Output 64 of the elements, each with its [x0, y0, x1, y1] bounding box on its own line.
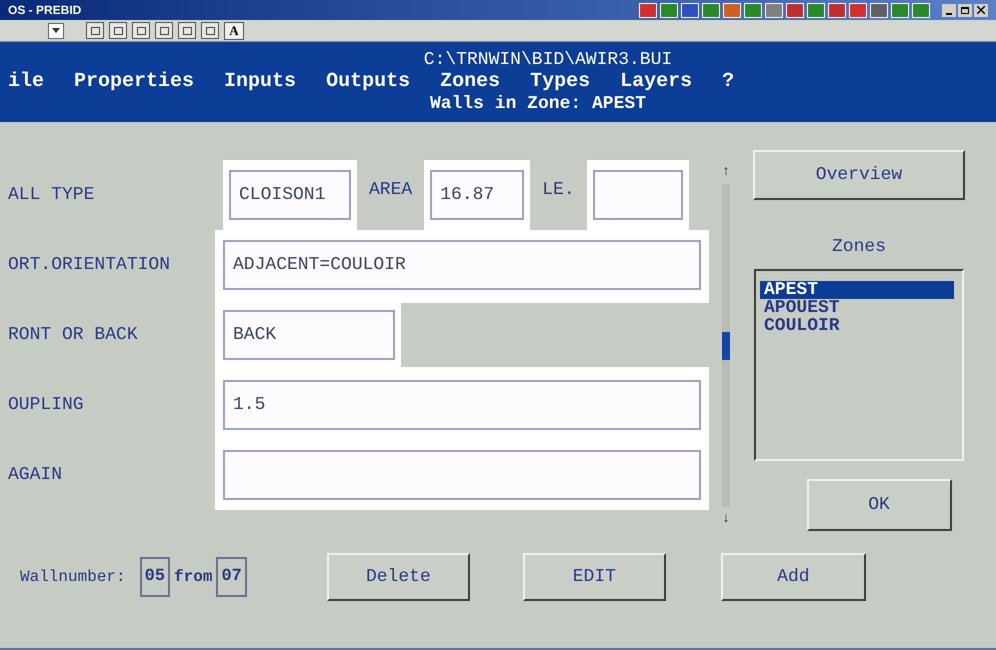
file-path: C:\TRNWIN\BID\AWIR3.BUI — [424, 49, 672, 71]
wallnumber-label: Wallnumber: — [20, 567, 126, 588]
zones-label: Zones — [832, 236, 886, 259]
toolbar-icon[interactable] — [178, 22, 196, 39]
taskbar-icon[interactable] — [702, 2, 720, 18]
maximize-icon[interactable] — [958, 4, 972, 16]
wall-number-field[interactable]: 05 — [140, 557, 170, 597]
menu-item[interactable]: ? — [722, 71, 734, 93]
taskbar-icon[interactable] — [660, 2, 678, 18]
taskbar-icon[interactable] — [744, 2, 762, 18]
toolbar-icon[interactable] — [201, 22, 219, 39]
wall-total-field[interactable]: 07 — [216, 557, 247, 597]
input-field[interactable] — [592, 170, 683, 220]
input-field[interactable]: BACK — [223, 310, 395, 360]
taskbar-icon[interactable] — [912, 2, 930, 18]
taskbar-icon[interactable] — [786, 2, 804, 18]
input-field[interactable]: CLOISON1 — [229, 170, 351, 220]
toolbar-icon[interactable] — [86, 22, 104, 39]
taskbar-icon[interactable] — [807, 2, 825, 18]
taskbar-icon[interactable] — [765, 2, 783, 18]
input-field[interactable]: 16.87 — [430, 170, 524, 220]
taskbar-icon[interactable] — [891, 2, 909, 18]
menu-item[interactable]: Properties — [74, 71, 194, 93]
taskbar-icon[interactable] — [723, 2, 741, 18]
close-icon[interactable] — [974, 4, 988, 16]
toolbar-icon[interactable] — [132, 22, 150, 39]
input-field[interactable]: 1.5 — [223, 380, 701, 430]
ok-button[interactable]: OK — [806, 479, 952, 531]
field-label: RONT OR BACK — [7, 324, 139, 346]
overview-button[interactable]: Overview — [753, 150, 965, 200]
field-label: ALL TYPE — [7, 184, 96, 206]
font-button[interactable]: A — [224, 22, 244, 40]
window-title: OS - PREBID — [8, 2, 82, 19]
toolbar-icon[interactable] — [155, 22, 173, 39]
zone-item[interactable]: APOUEST — [760, 299, 954, 317]
scroll-thumb[interactable] — [722, 332, 730, 360]
add-button[interactable]: Add — [720, 553, 866, 601]
delete-button[interactable]: Delete — [326, 553, 470, 601]
toolbar-icon[interactable] — [109, 22, 127, 39]
taskbar-icon[interactable] — [870, 2, 888, 18]
menu-item[interactable]: Inputs — [224, 71, 296, 93]
taskbar-icon[interactable] — [639, 2, 657, 18]
zone-subtitle: Walls in Zone: APEST — [430, 93, 646, 115]
scroll-up-arrow[interactable]: ↑ — [722, 160, 730, 184]
taskbar-icon[interactable] — [681, 2, 699, 18]
zone-item[interactable]: APEST — [760, 281, 954, 299]
taskbar-icon[interactable] — [828, 2, 846, 18]
field-label: ORT.ORIENTATION — [7, 254, 172, 276]
scroll-down-arrow[interactable]: ↓ — [722, 507, 730, 531]
input-field[interactable]: ADJACENT=COULOIR — [223, 240, 701, 290]
scrollbar[interactable]: ↑ ↓ — [719, 160, 733, 531]
taskbar-icon[interactable] — [849, 2, 867, 18]
menu-item[interactable]: ile — [8, 71, 44, 93]
field-label: OUPLING — [7, 394, 85, 416]
input-field[interactable] — [223, 450, 701, 500]
menu-item[interactable]: Types — [530, 71, 590, 93]
menu-item[interactable]: Zones — [440, 71, 500, 93]
from-label: from — [174, 567, 212, 588]
menu-item[interactable]: Layers — [620, 71, 692, 93]
field-label: AGAIN — [7, 464, 64, 486]
menu-item[interactable]: Outputs — [326, 71, 410, 93]
minimize-icon[interactable] — [942, 4, 956, 16]
zone-item[interactable]: COULOIR — [760, 317, 954, 335]
edit-button[interactable]: EDIT — [522, 553, 666, 601]
